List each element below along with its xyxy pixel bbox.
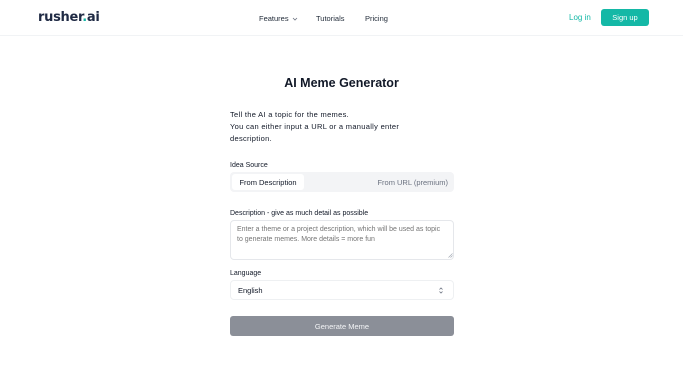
resize-handle-icon[interactable] (448, 253, 453, 258)
nav-features-label: Features (259, 14, 289, 23)
signup-button[interactable]: Sign up (601, 9, 649, 26)
language-value: English (238, 286, 263, 295)
generate-meme-button[interactable]: Generate Meme (230, 316, 454, 336)
login-link[interactable]: Log in (569, 13, 591, 22)
logo[interactable]: rusher.ai (38, 10, 100, 25)
intro-line-2: You can either input a URL or a manually… (230, 122, 400, 143)
idea-source-label: Idea Source (230, 162, 268, 169)
chevron-up-down-icon (439, 287, 443, 294)
page-title: AI Meme Generator (284, 76, 399, 90)
nav-features[interactable]: Features (259, 14, 298, 23)
idea-source-toggle: From Description From URL (premium) (230, 172, 454, 192)
description-label: Description - give as much detail as pos… (230, 210, 369, 217)
source-option-description[interactable]: From Description (232, 174, 304, 190)
intro-text: Tell the AI a topic for the memes. You c… (230, 109, 420, 145)
intro-line-1: Tell the AI a topic for the memes. (230, 110, 350, 119)
chevron-down-icon (292, 17, 297, 21)
language-label: Language (230, 270, 262, 277)
nav-tutorials[interactable]: Tutorials (316, 14, 344, 23)
top-navbar: rusher.ai Features Tutorials Pricing Log… (0, 0, 683, 36)
language-select[interactable]: English (230, 280, 454, 300)
source-option-url[interactable]: From URL (premium) (377, 174, 448, 190)
nav-pricing[interactable]: Pricing (365, 14, 388, 23)
description-input[interactable] (230, 220, 454, 260)
